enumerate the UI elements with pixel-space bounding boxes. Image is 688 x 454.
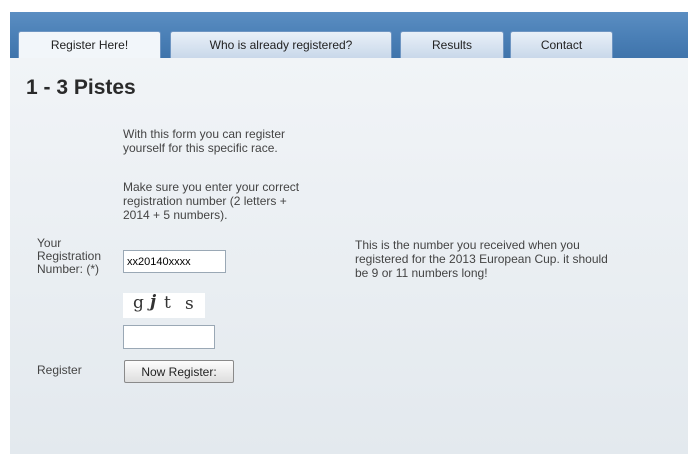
tab-who-is-registered[interactable]: Who is already registered? (170, 31, 392, 58)
registration-number-label: Your Registration Number: (*) (37, 237, 101, 276)
registration-number-input[interactable] (123, 250, 226, 273)
intro-text: With this form you can register yourself… (123, 127, 354, 155)
instruction-line: registration number (2 letters + (123, 194, 287, 208)
registration-help-text: This is the number you received when you… (355, 238, 673, 280)
help-line: be 9 or 11 numbers long! (355, 266, 488, 280)
tab-register-here[interactable]: Register Here! (18, 31, 161, 58)
captcha-char: j (150, 292, 157, 312)
instruction-text: Make sure you enter your correct registr… (123, 180, 354, 222)
instruction-line: 2014 + 5 numbers). (123, 208, 228, 222)
label-line: Number: (*) (37, 262, 100, 276)
help-line: This is the number you received when you (355, 238, 580, 252)
tab-contact[interactable]: Contact (510, 31, 613, 58)
help-line: registered for the 2013 European Cup. it… (355, 252, 608, 266)
intro-line: With this form you can register (123, 127, 286, 141)
now-register-button[interactable]: Now Register: (124, 360, 234, 383)
instruction-line: Make sure you enter your correct (123, 180, 300, 194)
captcha-char: g (133, 293, 144, 313)
captcha-input[interactable] (123, 325, 215, 349)
tab-results[interactable]: Results (400, 31, 504, 58)
register-label: Register (37, 363, 82, 377)
captcha-char: s (185, 294, 194, 314)
captcha-image: g j t s (123, 292, 205, 318)
page-title: 1 - 3 Pistes (26, 76, 136, 99)
captcha-char: t (164, 293, 171, 313)
tab-bar: Register Here! Who is already registered… (10, 12, 688, 58)
intro-line: yourself for this specific race. (123, 141, 278, 155)
